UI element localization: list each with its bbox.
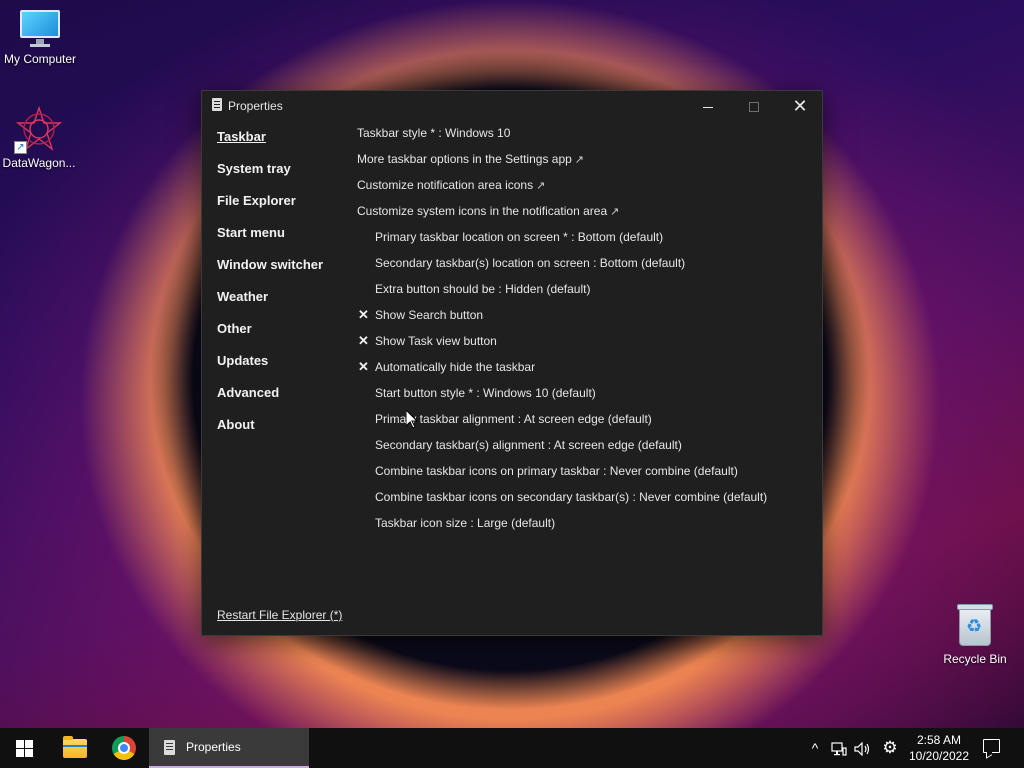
close-button[interactable]: ✕ — [777, 91, 823, 121]
setting-label: Customize system icons in the notificati… — [357, 204, 608, 218]
setting-taskbar-style[interactable]: Taskbar style * : Windows 10 — [357, 125, 817, 151]
external-link-icon: ↗ — [536, 180, 546, 192]
setting-label: Automatically hide the taskbar — [375, 360, 536, 374]
title-bar[interactable]: Properties ✕ — [202, 91, 822, 121]
sidebar-item-other[interactable]: Other — [217, 321, 347, 353]
setting-secondary-taskbar-alignment[interactable]: Secondary taskbar(s) alignment : At scre… — [357, 437, 817, 463]
sidebar-item-system-tray[interactable]: System tray — [217, 161, 347, 193]
checkbox-auto-hide-taskbar[interactable]: ✕ Automatically hide the taskbar — [357, 359, 817, 385]
setting-combine-primary[interactable]: Combine taskbar icons on primary taskbar… — [357, 463, 817, 489]
checkbox-show-search-button[interactable]: ✕ Show Search button — [357, 307, 817, 333]
start-button[interactable] — [0, 728, 48, 768]
properties-app-icon — [164, 740, 175, 755]
shortcut-arrow-icon: ↗ — [14, 141, 27, 154]
restart-file-explorer-link[interactable]: Restart File Explorer (*) — [217, 608, 342, 622]
link-notification-area-icons[interactable]: Customize notification area icons ↗ — [357, 177, 817, 203]
unchecked-x-icon: ✕ — [358, 307, 369, 322]
external-link-icon: ↗ — [610, 206, 620, 218]
setting-label: Customize notification area icons — [357, 178, 534, 192]
setting-label: Extra button should be : Hidden (default… — [375, 282, 591, 296]
setting-label: Show Task view button — [375, 334, 497, 348]
datawagon-icon: ↗ — [14, 105, 63, 154]
link-system-icons[interactable]: Customize system icons in the notificati… — [357, 203, 817, 229]
desktop: My Computer ↗ DataWagon... ♻ Recycle Bin… — [0, 0, 1024, 728]
setting-label: Start button style * : Windows 10 (defau… — [375, 386, 596, 400]
sidebar-item-about[interactable]: About — [217, 417, 347, 449]
monitor-icon — [18, 10, 62, 48]
properties-window[interactable]: Properties ✕ Taskbar System tray File Ex… — [201, 90, 823, 636]
window-title: Properties — [228, 99, 283, 113]
minimize-icon — [703, 106, 713, 108]
sidebar-item-advanced[interactable]: Advanced — [217, 385, 347, 417]
setting-label: Secondary taskbar(s) location on screen … — [375, 256, 686, 270]
setting-taskbar-icon-size[interactable]: Taskbar icon size : Large (default) — [357, 515, 817, 541]
close-icon: ✕ — [792, 96, 808, 116]
task-label: Properties — [186, 740, 241, 754]
desktop-icon-my-computer[interactable]: My Computer — [0, 10, 80, 66]
desktop-icon-label: DataWagon... — [2, 156, 76, 170]
unchecked-x-icon: ✕ — [358, 359, 369, 374]
desktop-icon-recycle-bin[interactable]: ♻ Recycle Bin — [935, 602, 1015, 666]
desktop-icon-label: My Computer — [3, 52, 77, 66]
setting-start-button-style[interactable]: Start button style * : Windows 10 (defau… — [357, 385, 817, 411]
link-settings-app-options[interactable]: More taskbar options in the Settings app… — [357, 151, 817, 177]
setting-label: More taskbar options in the Settings app — [357, 152, 572, 166]
setting-extra-button[interactable]: Extra button should be : Hidden (default… — [357, 281, 817, 307]
desktop-icon-label: Recycle Bin — [943, 652, 1007, 666]
setting-label: Combine taskbar icons on primary taskbar… — [375, 464, 738, 478]
chevron-up-icon: ^ — [811, 740, 819, 756]
volume-icon — [854, 741, 870, 757]
volume-button[interactable] — [852, 728, 874, 768]
taskbar-file-explorer[interactable] — [50, 728, 98, 768]
external-link-icon: ↗ — [574, 154, 585, 166]
clock[interactable]: 2:58 AM 10/20/2022 — [904, 732, 974, 764]
setting-combine-secondary[interactable]: Combine taskbar icons on secondary taskb… — [357, 489, 817, 515]
windows-logo-icon — [16, 740, 33, 757]
file-explorer-icon — [63, 736, 87, 758]
unchecked-x-icon: ✕ — [358, 333, 369, 348]
sidebar-nav: Taskbar System tray File Explorer Start … — [217, 129, 347, 449]
properties-app-icon — [212, 98, 222, 111]
recycle-bin-icon: ♻ — [955, 602, 995, 648]
sidebar-item-updates[interactable]: Updates — [217, 353, 347, 385]
taskbar: Properties ^ ⚙ 2:58 AM 10/20/2022 — [0, 728, 1024, 768]
sidebar-item-taskbar[interactable]: Taskbar — [217, 129, 347, 161]
setting-label: Show Search button — [375, 308, 484, 322]
setting-label: Secondary taskbar(s) alignment : At scre… — [375, 438, 682, 452]
clock-time: 2:58 AM — [916, 733, 962, 747]
taskbar-chrome[interactable] — [100, 728, 148, 768]
setting-label: Taskbar style * : Windows 10 — [357, 126, 511, 140]
maximize-button[interactable] — [731, 91, 777, 121]
chrome-icon — [112, 736, 136, 760]
setting-label: Combine taskbar icons on secondary taskb… — [375, 490, 768, 504]
minimize-button[interactable] — [685, 91, 731, 121]
settings-list: Taskbar style * : Windows 10 More taskba… — [357, 125, 817, 541]
setting-label: Taskbar icon size : Large (default) — [375, 516, 556, 530]
sidebar-item-file-explorer[interactable]: File Explorer — [217, 193, 347, 225]
taskbar-task-properties[interactable]: Properties — [149, 728, 309, 768]
checkbox-show-task-view-button[interactable]: ✕ Show Task view button — [357, 333, 817, 359]
setting-label: Primary taskbar location on screen * : B… — [375, 230, 664, 244]
network-icon — [831, 742, 847, 756]
sidebar-item-weather[interactable]: Weather — [217, 289, 347, 321]
notification-icon[interactable] — [983, 739, 1000, 753]
clock-date: 10/20/2022 — [908, 749, 970, 763]
sidebar-item-window-switcher[interactable]: Window switcher — [217, 257, 347, 289]
network-button[interactable] — [828, 728, 850, 768]
setting-secondary-taskbar-location[interactable]: Secondary taskbar(s) location on screen … — [357, 255, 817, 281]
settings-button[interactable]: ⚙ — [878, 728, 902, 768]
setting-primary-taskbar-location[interactable]: Primary taskbar location on screen * : B… — [357, 229, 817, 255]
sidebar-item-start-menu[interactable]: Start menu — [217, 225, 347, 257]
maximize-icon — [749, 102, 759, 113]
show-hidden-icons-button[interactable]: ^ — [804, 728, 826, 768]
gear-icon: ⚙ — [882, 738, 898, 757]
desktop-icon-datawagon[interactable]: ↗ DataWagon... — [0, 105, 79, 170]
setting-primary-taskbar-alignment[interactable]: Primary taskbar alignment : At screen ed… — [357, 411, 817, 437]
